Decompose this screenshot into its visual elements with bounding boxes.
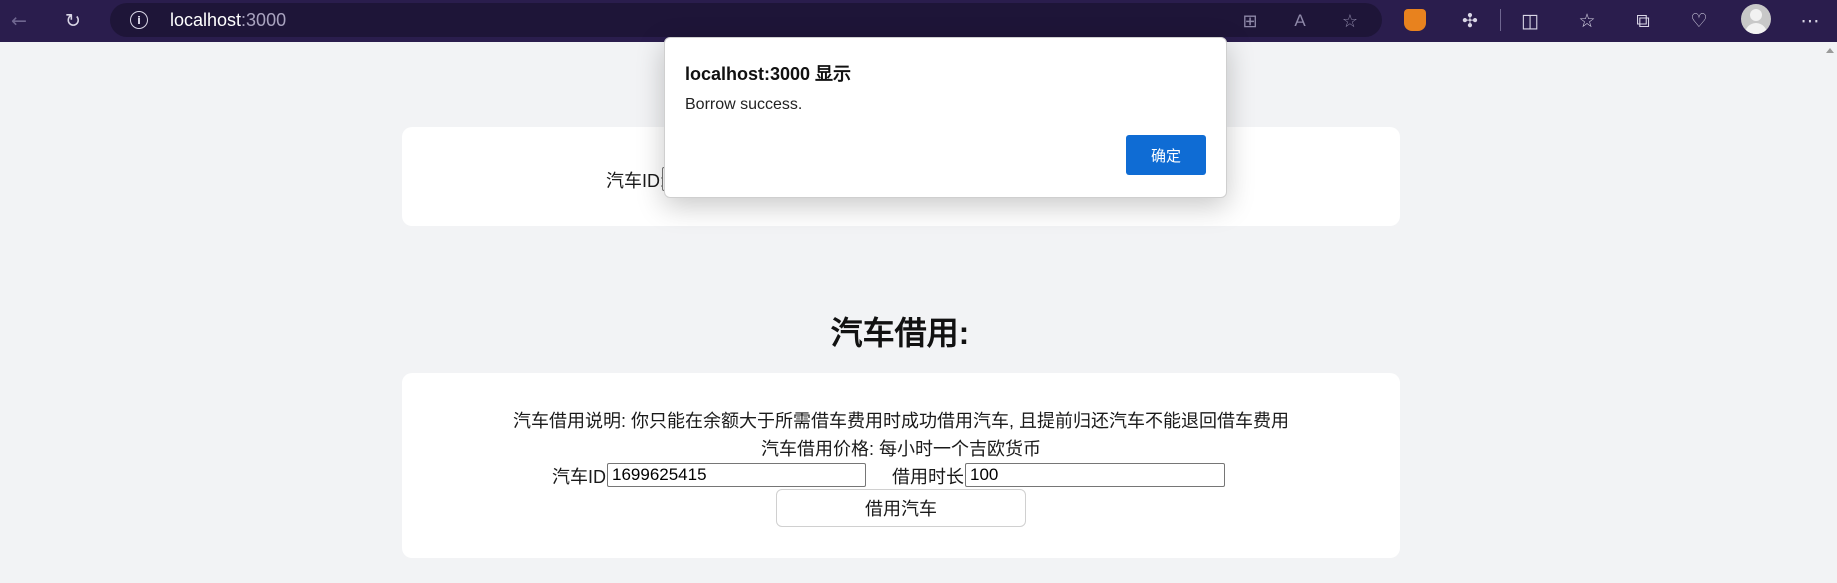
page-scrollbar[interactable] [1823,42,1837,583]
site-info-icon[interactable]: i [130,11,148,29]
scroll-up-icon[interactable] [1826,48,1834,53]
duration-input[interactable]: 100 [965,463,1225,487]
borrow-price: 汽车借用价格: 每小时一个吉欧货币 [760,439,1041,459]
more-menu-icon[interactable]: ⋯ [1797,8,1823,34]
metamask-extension-icon[interactable] [1404,9,1426,31]
favorite-star-icon[interactable]: ☆ [1338,9,1362,33]
split-screen-icon[interactable]: ◫ [1517,8,1543,34]
url-port: :3000 [241,10,287,30]
borrow-car-button[interactable]: 借用汽车 [776,489,1026,527]
address-url[interactable]: localhost:3000 [170,10,286,31]
dialog-ok-button[interactable]: 确定 [1126,135,1206,175]
alert-dialog: localhost:3000 显示 Borrow success. 确定 [664,37,1227,198]
read-aloud-icon[interactable]: A [1288,9,1312,33]
browser-essentials-icon[interactable]: ♡ [1686,8,1712,34]
top-car-id-label: 汽车ID: [606,171,666,191]
back-arrow-icon[interactable]: ← [6,8,32,34]
refresh-icon[interactable]: ↻ [60,8,86,34]
address-bar[interactable]: i localhost:3000 ⊞ A ☆ [110,3,1382,37]
borrow-section-title: 汽车借用: [830,315,970,351]
car-id-input[interactable]: 1699625415 [607,463,866,487]
url-host: localhost [170,10,242,30]
extensions-icon[interactable]: ✣ [1457,8,1483,34]
profile-avatar[interactable] [1741,4,1771,34]
collections-icon[interactable]: ⧉ [1630,8,1656,34]
borrow-description: 汽车借用说明: 你只能在余额大于所需借车费用时成功借用汽车, 且提前归还汽车不能… [513,411,1289,431]
favorites-icon[interactable]: ☆ [1574,8,1600,34]
app-available-icon[interactable]: ⊞ [1238,9,1262,33]
car-id-label: 汽车ID: [552,467,612,487]
toolbar-divider [1500,9,1501,31]
borrow-card: 汽车借用说明: 你只能在余额大于所需借车费用时成功借用汽车, 且提前归还汽车不能… [402,373,1400,558]
browser-toolbar: ← ↻ i localhost:3000 ⊞ A ☆ ✣ ◫ ☆ ⧉ ♡ ⋯ [0,0,1837,42]
dialog-message: Borrow success. [685,96,803,113]
duration-label: 借用时长: [892,467,970,487]
dialog-title: localhost:3000 显示 [685,64,852,84]
